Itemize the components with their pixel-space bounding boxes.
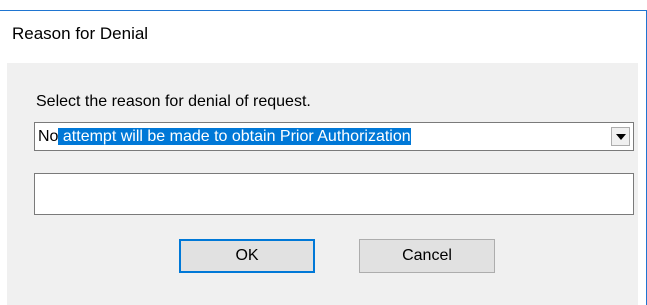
page: Reason for Denial Select the reason for … (0, 0, 647, 305)
background-window-text (52, 0, 142, 5)
reason-value-unselected: No (38, 128, 59, 145)
dialog-body: Select the reason for denial of request.… (0, 63, 646, 305)
chevron-down-icon (616, 134, 626, 140)
reason-prompt-label: Select the reason for denial of request. (36, 93, 311, 110)
dialog-title: Reason for Denial (12, 24, 149, 43)
reason-value-selected: attempt will be made to obtain Prior Aut… (58, 128, 411, 145)
reason-dropdown[interactable]: No attempt will be made to obtain Prior … (34, 122, 634, 151)
ok-button[interactable]: OK (179, 239, 315, 273)
reason-dropdown-value[interactable]: No attempt will be made to obtain Prior … (38, 126, 598, 147)
dropdown-button[interactable] (611, 127, 630, 146)
dialog-left-edge (0, 63, 7, 305)
cancel-button[interactable]: Cancel (359, 239, 495, 273)
reason-for-denial-dialog: Reason for Denial Select the reason for … (0, 10, 647, 305)
title-bar[interactable]: Reason for Denial (0, 11, 646, 63)
comment-field[interactable] (34, 173, 634, 215)
